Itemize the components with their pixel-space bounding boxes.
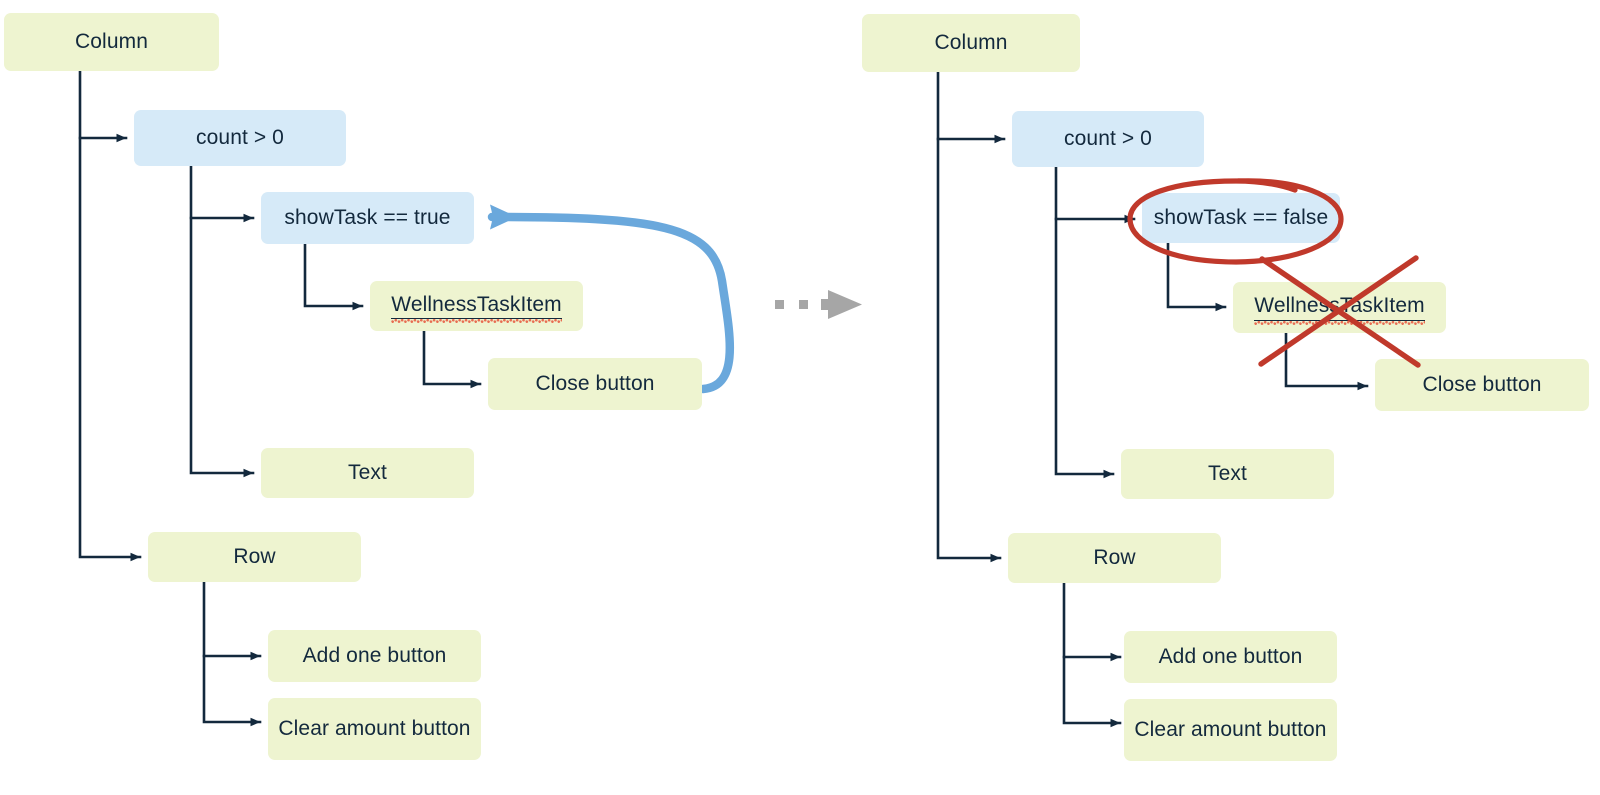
state-transition-arrow	[775, 290, 862, 319]
right-node-show-condition-label: showTask == false	[1153, 205, 1329, 229]
left-node-row[interactable]: Row	[148, 532, 361, 582]
right-node-text-label: Text	[1208, 461, 1247, 485]
left-node-clear-amount-button-label: Clear amount button	[278, 716, 471, 740]
right-node-clear-amount-button-label: Clear amount button	[1134, 717, 1327, 741]
right-node-show-condition[interactable]: showTask == false	[1142, 193, 1340, 243]
right-node-close-button[interactable]: Close button	[1375, 359, 1589, 411]
left-node-add-one-button[interactable]: Add one button	[268, 630, 481, 682]
left-node-add-one-button-label: Add one button	[302, 643, 447, 667]
left-node-wellness-task-item-label: WellnessTaskItem	[391, 293, 563, 324]
left-node-show-condition[interactable]: showTask == true	[261, 192, 474, 244]
left-node-clear-amount-button[interactable]: Clear amount button	[268, 698, 481, 760]
left-node-count-condition[interactable]: count > 0	[134, 110, 346, 166]
right-tree-edges	[936, 70, 1369, 728]
right-node-column-label: Column	[934, 30, 1008, 54]
right-node-row-label: Row	[1093, 545, 1136, 569]
right-node-wellness-task-item-label: WellnessTaskItem	[1254, 294, 1426, 325]
left-node-close-button[interactable]: Close button	[488, 358, 702, 410]
left-node-show-condition-label: showTask == true	[284, 205, 451, 229]
right-node-wellness-task-item[interactable]: WellnessTaskItem	[1233, 282, 1446, 333]
left-node-close-button-label: Close button	[535, 371, 655, 395]
right-node-add-one-button[interactable]: Add one button	[1124, 631, 1337, 683]
right-node-count-condition[interactable]: count > 0	[1012, 111, 1204, 167]
left-tree-edges	[78, 69, 482, 727]
right-node-text[interactable]: Text	[1121, 449, 1334, 499]
left-node-column-label: Column	[75, 29, 148, 53]
right-node-close-button-label: Close button	[1422, 372, 1542, 396]
left-node-text-label: Text	[348, 460, 387, 484]
right-node-column[interactable]: Column	[862, 14, 1080, 72]
diagram-canvas: Column count > 0 showTask == true Wellne…	[0, 0, 1600, 795]
right-node-clear-amount-button[interactable]: Clear amount button	[1124, 699, 1337, 761]
left-node-text[interactable]: Text	[261, 448, 474, 498]
right-node-count-condition-label: count > 0	[1064, 126, 1152, 150]
right-node-add-one-button-label: Add one button	[1158, 644, 1303, 668]
left-node-row-label: Row	[233, 544, 276, 568]
right-node-row[interactable]: Row	[1008, 533, 1221, 583]
left-node-wellness-task-item[interactable]: WellnessTaskItem	[370, 281, 583, 331]
left-node-column[interactable]: Column	[4, 13, 219, 71]
left-node-count-condition-label: count > 0	[196, 125, 284, 149]
